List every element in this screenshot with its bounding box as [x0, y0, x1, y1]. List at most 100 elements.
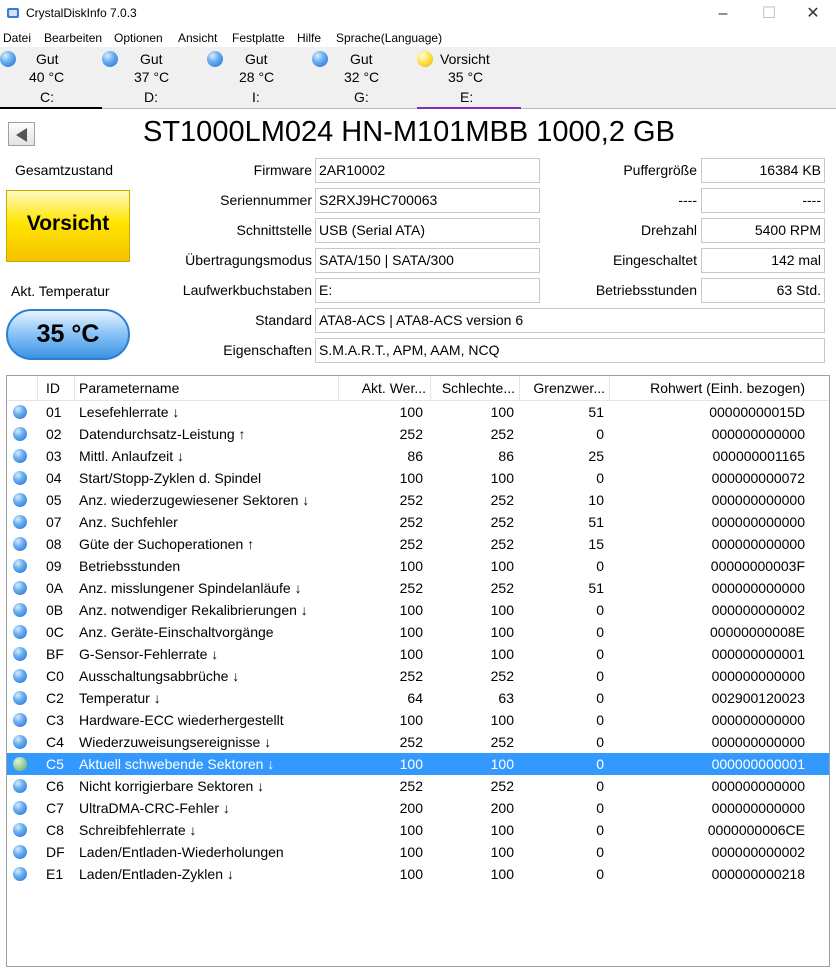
power-on-count-label: Eingeschaltet: [612, 252, 697, 268]
drive-letters-value: E:: [315, 278, 540, 303]
cell-worst: 100: [490, 756, 514, 772]
status-caution-icon: [417, 51, 433, 67]
cell-worst: 100: [490, 624, 514, 640]
cell-current: 100: [399, 712, 423, 728]
cell-worst: 100: [490, 470, 514, 486]
column-id[interactable]: ID: [38, 376, 75, 401]
menu-ansicht[interactable]: Ansicht: [178, 31, 217, 45]
cell-name: Hardware-ECC wiederhergestellt: [79, 712, 284, 728]
table-row[interactable]: C6 Nicht korrigierbare Sektoren ↓ 252 252 0 0…: [7, 775, 829, 797]
cell-current: 100: [399, 602, 423, 618]
cell-worst: 86: [498, 448, 514, 464]
cell-worst: 252: [490, 492, 514, 508]
cell-current: 100: [399, 404, 423, 420]
temperature-badge[interactable]: 35 °C: [6, 309, 130, 360]
cell-raw: 000000000000: [711, 668, 805, 684]
table-row[interactable]: 07 Anz. Suchfehler 252 252 51 000000000000: [7, 511, 829, 533]
cell-current: 100: [399, 844, 423, 860]
smart-table[interactable]: ID Parametername Akt. Wer... Schlechte..…: [6, 375, 830, 967]
column-worst[interactable]: Schlechte...: [431, 376, 520, 401]
table-row[interactable]: 08 Güte der Suchoperationen ↑ 252 252 15 0000…: [7, 533, 829, 555]
column-current[interactable]: Akt. Wer...: [339, 376, 431, 401]
close-button[interactable]: ✕: [790, 0, 836, 28]
firmware-label: Firmware: [253, 162, 312, 178]
table-row[interactable]: 04 Start/Stopp-Zyklen d. Spindel 100 100 0 00…: [7, 467, 829, 489]
cell-worst: 252: [490, 514, 514, 530]
serial-value: S2RXJ9HC700063: [315, 188, 540, 213]
cell-name: Temperatur ↓: [79, 690, 161, 706]
cell-threshold: 0: [596, 668, 604, 684]
drive-status: Gut: [245, 51, 268, 67]
menu-hilfe[interactable]: Hilfe: [297, 31, 321, 45]
cell-current: 100: [399, 756, 423, 772]
interface-value: USB (Serial ATA): [315, 218, 540, 243]
table-row[interactable]: BF G-Sensor-Fehlerrate ↓ 100 100 0 0000000000…: [7, 643, 829, 665]
table-row[interactable]: 0B Anz. notwendiger Rekalibrierungen ↓ 100…: [7, 599, 829, 621]
table-row[interactable]: 05 Anz. wiederzugewiesener Sektoren ↓ 252 2…: [7, 489, 829, 511]
previous-drive-button[interactable]: [8, 122, 35, 146]
health-status-badge[interactable]: Vorsicht: [6, 190, 130, 262]
buffer-value: 16384 KB: [701, 158, 825, 183]
table-row[interactable]: C5 Aktuell schwebende Sektoren ↓ 100 100 0 00…: [7, 753, 829, 775]
cell-raw: 000000001165: [712, 448, 805, 464]
status-dot-icon: [13, 625, 27, 639]
cell-raw: 000000000002: [711, 602, 805, 618]
drive-tab-d[interactable]: Gut 37 °C D:: [102, 47, 204, 108]
menu-festplatte[interactable]: Festplatte: [232, 31, 285, 45]
cell-name: G-Sensor-Fehlerrate ↓: [79, 646, 219, 662]
cell-current: 252: [399, 514, 423, 530]
table-row[interactable]: C7 UltraDMA-CRC-Fehler ↓ 200 200 0 0000000000…: [7, 797, 829, 819]
table-row[interactable]: C3 Hardware-ECC wiederhergestellt 100 100 0 0…: [7, 709, 829, 731]
table-row[interactable]: C2 Temperatur ↓ 64 63 0 002900120023: [7, 687, 829, 709]
status-good-icon: [0, 51, 16, 67]
table-row[interactable]: 03 Mittl. Anlaufzeit ↓ 86 86 25 000000001165: [7, 445, 829, 467]
drive-letter: D:: [144, 89, 158, 105]
column-raw[interactable]: Rohwert (Einh. bezogen): [610, 376, 809, 401]
maximize-button[interactable]: ☐: [746, 0, 792, 28]
drive-tab-i[interactable]: Gut 28 °C I:: [207, 47, 309, 108]
cell-id: 07: [46, 514, 62, 530]
menu-optionen[interactable]: Optionen: [114, 31, 163, 45]
table-row[interactable]: DF Laden/Entladen-Wiederholungen 100 100 0 00…: [7, 841, 829, 863]
column-name[interactable]: Parametername: [75, 376, 339, 401]
status-dot-icon: [13, 757, 27, 771]
drive-tab-c[interactable]: Gut 40 °C C:: [0, 47, 102, 109]
menu-bearbeiten[interactable]: Bearbeiten: [44, 31, 102, 45]
status-dot-icon: [13, 471, 27, 485]
serial-label: Seriennummer: [220, 192, 312, 208]
menu-datei[interactable]: Datei: [3, 31, 31, 45]
column-threshold[interactable]: Grenzwer...: [520, 376, 610, 401]
cell-id: 01: [46, 404, 62, 420]
table-row[interactable]: 0A Anz. misslungener Spindelanläufe ↓ 252 2…: [7, 577, 829, 599]
cell-id: C6: [46, 778, 64, 794]
status-good-icon: [102, 51, 118, 67]
table-row[interactable]: 02 Datendurchsatz-Leistung ↑ 252 252 0 000000…: [7, 423, 829, 445]
cell-current: 100: [399, 866, 423, 882]
table-row[interactable]: 0C Anz. Geräte-Einschaltvorgänge 100 100 0 00…: [7, 621, 829, 643]
table-row[interactable]: C0 Ausschaltungsabbrüche ↓ 252 252 0 00000000…: [7, 665, 829, 687]
cell-threshold: 0: [596, 756, 604, 772]
minimize-button[interactable]: –: [700, 0, 746, 28]
drive-status: Gut: [36, 51, 59, 67]
column-status[interactable]: [7, 376, 38, 401]
cell-current: 100: [399, 624, 423, 640]
cell-name: Anz. misslungener Spindelanläufe ↓: [79, 580, 302, 596]
drive-tab-g[interactable]: Gut 32 °C G:: [312, 47, 414, 108]
table-row[interactable]: 01 Lesefehlerrate ↓ 100 100 51 00000000015D: [7, 401, 829, 423]
cell-name: Anz. wiederzugewiesener Sektoren ↓: [79, 492, 310, 508]
cell-raw: 000000000002: [711, 844, 805, 860]
status-dot-icon: [13, 823, 27, 837]
table-row[interactable]: 09 Betriebsstunden 100 100 0 00000000003F: [7, 555, 829, 577]
drive-tab-e[interactable]: Vorsicht 35 °C E:: [417, 47, 521, 109]
status-dot-icon: [13, 691, 27, 705]
menu-sprache[interactable]: Sprache(Language): [336, 31, 442, 45]
drive-temp: 28 °C: [239, 69, 275, 85]
table-row[interactable]: E1 Laden/Entladen-Zyklen ↓ 100 100 0 00000000…: [7, 863, 829, 885]
unknown-value: ----: [701, 188, 825, 213]
cell-raw: 000000000001: [711, 646, 805, 662]
cell-raw: 000000000000: [711, 734, 805, 750]
table-row[interactable]: C8 Schreibfehlerrate ↓ 100 100 0 0000000006CE: [7, 819, 829, 841]
cell-raw: 00000000003F: [710, 558, 805, 574]
table-row[interactable]: C4 Wiederzuweisungsereignisse ↓ 252 252 0 000…: [7, 731, 829, 753]
cell-worst: 100: [490, 602, 514, 618]
